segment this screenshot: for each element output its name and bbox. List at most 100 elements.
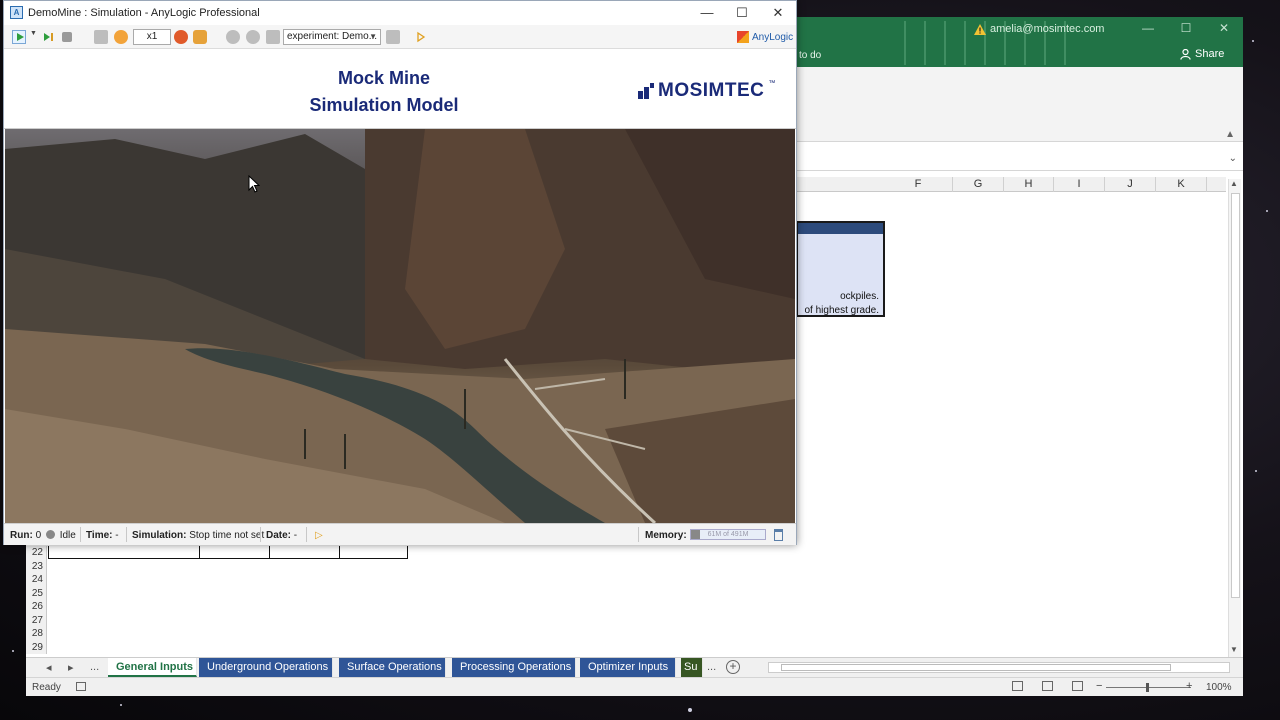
canyon-illustration xyxy=(5,129,795,523)
chevron-down-icon: ▼ xyxy=(369,32,377,41)
zoom-level[interactable]: 100% xyxy=(1206,682,1232,693)
run-status: Run: 0 Idle xyxy=(10,530,76,541)
account-area[interactable]: amelia@mosimtec.com xyxy=(974,23,1104,35)
experiment-select[interactable]: experiment: Demo... ▼ xyxy=(283,29,381,45)
scrollbar-thumb[interactable] xyxy=(1231,193,1240,598)
slower-button[interactable] xyxy=(114,30,128,44)
trademark-symbol: ™ xyxy=(768,79,776,87)
row-header[interactable]: 23 xyxy=(26,560,46,574)
bordered-cells-row[interactable] xyxy=(48,546,408,559)
minimize-icon[interactable]: — xyxy=(689,2,725,24)
experiment-settings-icon[interactable] xyxy=(386,30,400,44)
trash-icon[interactable] xyxy=(774,529,783,541)
horizontal-scrollbar[interactable] xyxy=(768,662,1230,673)
minimize-icon[interactable]: — xyxy=(1129,17,1167,39)
divider xyxy=(80,527,81,542)
step-button[interactable] xyxy=(42,30,56,44)
page-layout-icon[interactable] xyxy=(1042,681,1053,691)
vertical-scrollbar[interactable]: ▲ ▼ xyxy=(1228,179,1241,657)
memory-bar-fill xyxy=(691,530,700,539)
excel-status-bar: Ready − + 100% xyxy=(26,677,1243,696)
tab-underground-operations[interactable]: Underground Operations xyxy=(199,658,333,677)
row-header[interactable]: 29 xyxy=(26,641,46,655)
column-header-f[interactable]: F xyxy=(884,177,953,192)
anylogic-logo-icon xyxy=(737,31,749,43)
sheet-prev-icon[interactable]: ◂ xyxy=(46,661,52,674)
row-header[interactable]: 24 xyxy=(26,573,46,587)
info-box-header xyxy=(798,223,883,234)
console-icon[interactable] xyxy=(266,30,280,44)
normal-view-icon[interactable] xyxy=(1012,681,1023,691)
divider xyxy=(126,527,127,542)
row-header[interactable]: 25 xyxy=(26,587,46,601)
faster-button[interactable] xyxy=(174,30,188,44)
page-break-icon[interactable] xyxy=(1072,681,1083,691)
model-title: Mock Mine Simulation Model xyxy=(234,65,534,119)
share-button[interactable]: Share xyxy=(1180,48,1224,60)
play-outline-icon[interactable]: ▷ xyxy=(315,530,323,541)
maximize-icon[interactable]: ☐ xyxy=(724,2,760,24)
column-header-g[interactable]: G xyxy=(953,177,1004,192)
info-box: ockpiles. of highest grade. xyxy=(796,221,885,317)
tab-surface-operations[interactable]: Surface Operations xyxy=(339,658,446,677)
tab-summary[interactable]: Su xyxy=(681,658,703,677)
model-title-line2: Simulation Model xyxy=(309,95,459,115)
model-title-line1: Mock Mine xyxy=(337,68,430,88)
star xyxy=(12,650,14,652)
navigate-icon[interactable] xyxy=(226,30,240,44)
tab-optimizer-inputs[interactable]: Optimizer Inputs xyxy=(580,658,676,677)
scrollbar-thumb[interactable] xyxy=(781,664,1171,671)
excel-window-buttons: — ☐ ✕ xyxy=(1129,17,1243,39)
tab-general-inputs[interactable]: General Inputs xyxy=(108,658,197,677)
developer-panel-icon[interactable] xyxy=(414,30,428,44)
run-button[interactable] xyxy=(12,30,26,44)
close-icon[interactable]: ✕ xyxy=(760,2,796,24)
column-header-k[interactable]: K xyxy=(1156,177,1207,192)
divider xyxy=(306,527,307,542)
speed-value[interactable]: x1 xyxy=(133,29,171,45)
scroll-down-icon[interactable]: ▼ xyxy=(1230,645,1238,654)
mosimtec-logo-icon xyxy=(638,83,654,99)
sheet-more-button[interactable]: ... xyxy=(90,661,99,673)
star xyxy=(688,708,692,712)
sheets-overflow-button[interactable]: ... xyxy=(707,661,716,673)
zoom-in-button[interactable]: + xyxy=(1186,680,1192,692)
stop-button[interactable] xyxy=(62,32,72,42)
run-label: Run: xyxy=(10,530,33,541)
anylogic-logo[interactable]: AnyLogic xyxy=(737,31,793,43)
tab-processing-operations[interactable]: Processing Operations xyxy=(452,658,576,677)
row-header[interactable]: 22 xyxy=(26,546,46,560)
tell-me-box[interactable]: to do xyxy=(799,50,821,61)
anylogic-window: A DemoMine : Simulation - AnyLogic Profe… xyxy=(3,0,797,545)
macro-record-icon[interactable] xyxy=(76,682,86,691)
sheet-next-icon[interactable]: ▸ xyxy=(68,661,74,674)
chevron-down-icon[interactable]: ⌄ xyxy=(1229,153,1237,164)
collapse-ribbon-icon[interactable]: ▲ xyxy=(1225,129,1235,140)
zoom-slider-thumb[interactable] xyxy=(1146,683,1149,692)
run-state: Idle xyxy=(59,530,76,541)
column-header-i[interactable]: I xyxy=(1054,177,1105,192)
chevron-down-icon[interactable]: ▼ xyxy=(30,30,38,44)
star xyxy=(120,704,122,706)
simulation-status-bar: Run: 0 Idle Time: - Simulation: Stop tim… xyxy=(4,523,796,545)
column-header-h[interactable]: H xyxy=(1004,177,1054,192)
zoom-slider[interactable] xyxy=(1106,683,1191,692)
anylogic-titlebar: A DemoMine : Simulation - AnyLogic Profe… xyxy=(4,1,796,25)
close-icon[interactable]: ✕ xyxy=(1205,17,1243,39)
date-label: Date: xyxy=(266,530,292,541)
scroll-up-icon[interactable]: ▲ xyxy=(1230,179,1238,188)
mosimtec-wordmark: MOSIMTEC xyxy=(658,80,765,101)
memory-bar: 61M of 491M xyxy=(690,529,766,540)
add-sheet-button[interactable]: + xyxy=(726,660,740,674)
maximize-icon[interactable]: ☐ xyxy=(1167,17,1205,39)
row-header[interactable]: 28 xyxy=(26,627,46,641)
column-header-j[interactable]: J xyxy=(1105,177,1156,192)
virtual-time-button[interactable] xyxy=(193,30,207,44)
zoom-out-button[interactable]: − xyxy=(1096,680,1102,692)
model-time-icon[interactable] xyxy=(94,30,108,44)
canyon-background-image xyxy=(5,129,795,523)
view-icon[interactable] xyxy=(246,30,260,44)
row-header[interactable]: 26 xyxy=(26,600,46,614)
row-header[interactable]: 27 xyxy=(26,614,46,628)
anylogic-app-icon: A xyxy=(10,6,23,19)
